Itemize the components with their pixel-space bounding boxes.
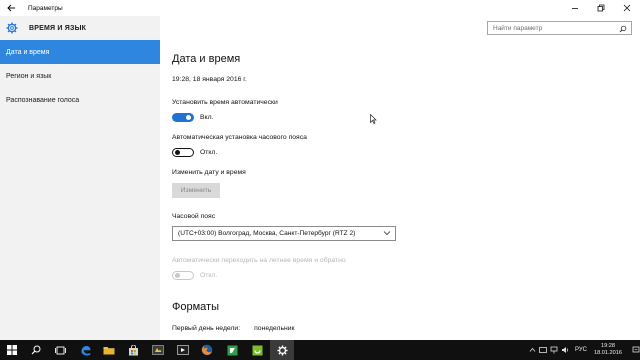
window-title: Параметры bbox=[28, 4, 63, 12]
minimize-icon bbox=[572, 8, 578, 9]
dst-state: Откл. bbox=[200, 272, 218, 279]
window-controls bbox=[562, 0, 640, 16]
explorer-button[interactable] bbox=[97, 340, 121, 360]
dst-toggle[interactable] bbox=[172, 271, 194, 280]
change-datetime-button[interactable]: Изменить bbox=[172, 183, 220, 198]
auto-time-row: Вкл. bbox=[172, 113, 213, 122]
timezone-select[interactable]: (UTC+03:00) Волгоград, Москва, Санкт-Пет… bbox=[172, 226, 396, 241]
tray-app-icon bbox=[539, 347, 548, 353]
timezone-label: Часовой пояс bbox=[172, 213, 216, 220]
media-icon bbox=[177, 345, 189, 355]
dst-label: Автоматически переходить на летнее время… bbox=[172, 257, 346, 264]
sidebar-nav: Дата и время Регион и язык Распознавание… bbox=[0, 40, 160, 112]
toggle-knob bbox=[175, 150, 180, 155]
back-button[interactable] bbox=[0, 0, 22, 16]
speaker-icon bbox=[562, 347, 569, 353]
search-input[interactable]: Найти параметр bbox=[487, 21, 632, 35]
sidebar-item-label: Регион и язык bbox=[6, 72, 52, 80]
auto-timezone-row: Откл. bbox=[172, 148, 217, 157]
search-icon bbox=[31, 345, 41, 355]
app-icon bbox=[152, 345, 164, 355]
settings-window: Параметры ВРЕМЯ И ЯЗЫК Дата и время Реги… bbox=[0, 0, 640, 340]
chevron-up-icon bbox=[529, 347, 536, 352]
notification-icon bbox=[632, 346, 640, 353]
auto-time-label: Установить время автоматически bbox=[172, 99, 278, 106]
first-day-value: понедельник bbox=[254, 325, 295, 332]
store-icon bbox=[128, 344, 138, 355]
auto-timezone-state: Откл. bbox=[200, 149, 218, 156]
auto-timezone-label: Автоматическая установка часового пояса bbox=[172, 134, 307, 141]
sidebar-header: ВРЕМЯ И ЯЗЫК bbox=[0, 16, 160, 40]
settings-app-button[interactable] bbox=[245, 340, 269, 360]
app-button[interactable] bbox=[146, 340, 170, 360]
sidebar-item-region-language[interactable]: Регион и язык bbox=[0, 64, 160, 88]
gear-icon bbox=[6, 22, 18, 34]
firefox-button[interactable] bbox=[195, 340, 219, 360]
task-view-icon bbox=[54, 346, 66, 354]
language-indicator[interactable]: РУС bbox=[575, 347, 587, 353]
restore-icon bbox=[597, 4, 605, 12]
green-app-button[interactable] bbox=[220, 340, 244, 360]
edge-button[interactable] bbox=[73, 340, 97, 360]
task-view-button[interactable] bbox=[48, 340, 72, 360]
show-hidden-icons-button[interactable] bbox=[527, 340, 538, 360]
settings-home-button[interactable] bbox=[1, 22, 23, 34]
search-taskbar-button[interactable] bbox=[24, 340, 48, 360]
auto-time-toggle[interactable] bbox=[172, 113, 194, 122]
sidebar: ВРЕМЯ И ЯЗЫК Дата и время Регион и язык … bbox=[0, 16, 160, 340]
firefox-icon bbox=[201, 344, 213, 356]
search-icon bbox=[619, 25, 627, 32]
sidebar-item-date-time[interactable]: Дата и время bbox=[0, 40, 160, 64]
first-day-label: Первый день недели: bbox=[172, 325, 241, 332]
green-app-icon bbox=[227, 345, 237, 355]
search-button[interactable] bbox=[618, 23, 628, 34]
change-datetime-label: Изменить дату и время bbox=[172, 169, 246, 176]
title-bar: Параметры bbox=[0, 0, 640, 16]
sidebar-item-label: Дата и время bbox=[6, 48, 50, 56]
start-icon bbox=[7, 345, 17, 355]
gear-icon bbox=[276, 344, 288, 356]
media-button[interactable] bbox=[171, 340, 195, 360]
toggle-knob bbox=[186, 115, 191, 120]
formats-heading: Форматы bbox=[172, 301, 219, 313]
search-placeholder: Найти параметр bbox=[493, 24, 543, 32]
auto-time-state: Вкл. bbox=[200, 114, 214, 121]
settings-taskbar-button[interactable] bbox=[270, 340, 294, 360]
maximize-button[interactable] bbox=[588, 0, 614, 16]
folder-icon bbox=[103, 347, 115, 355]
notifications-button[interactable] bbox=[632, 340, 640, 360]
page-title: Дата и время bbox=[172, 53, 241, 65]
start-button[interactable] bbox=[0, 340, 24, 360]
sidebar-title: ВРЕМЯ И ЯЗЫК bbox=[29, 24, 87, 32]
edge-icon bbox=[81, 345, 90, 355]
minimize-button[interactable] bbox=[562, 0, 588, 16]
clock-time: 19:28 bbox=[601, 343, 615, 349]
sidebar-item-speech[interactable]: Распознавание голоса bbox=[0, 88, 160, 112]
network-button[interactable] bbox=[549, 340, 560, 360]
system-tray: РУС 19:28 18.01.2016 bbox=[527, 340, 640, 360]
close-icon bbox=[623, 4, 631, 12]
timezone-value: (UTC+03:00) Волгоград, Москва, Санкт-Пет… bbox=[178, 230, 356, 237]
current-datetime: 19:28, 18 января 2016 г. bbox=[172, 76, 247, 83]
chevron-down-icon bbox=[383, 231, 391, 236]
taskbar: РУС 19:28 18.01.2016 bbox=[0, 340, 640, 360]
mouse-cursor bbox=[370, 111, 377, 129]
store-button[interactable] bbox=[121, 340, 145, 360]
dst-row: Откл. bbox=[172, 271, 217, 280]
sidebar-item-label: Распознавание голоса bbox=[6, 96, 80, 104]
cursor-icon bbox=[370, 113, 377, 124]
auto-timezone-toggle[interactable] bbox=[172, 148, 194, 157]
settings-app-icon bbox=[252, 345, 262, 355]
clock-date: 18.01.2016 bbox=[594, 350, 622, 356]
back-arrow-icon bbox=[6, 4, 15, 12]
tray-app-button[interactable] bbox=[538, 340, 549, 360]
network-icon bbox=[551, 346, 558, 354]
volume-button[interactable] bbox=[560, 340, 571, 360]
first-day-row: Первый день недели: понедельник bbox=[172, 325, 295, 332]
close-button[interactable] bbox=[614, 0, 640, 16]
select-chevron bbox=[383, 229, 391, 239]
toggle-knob bbox=[175, 273, 180, 278]
clock[interactable]: 19:28 18.01.2016 bbox=[594, 343, 622, 357]
